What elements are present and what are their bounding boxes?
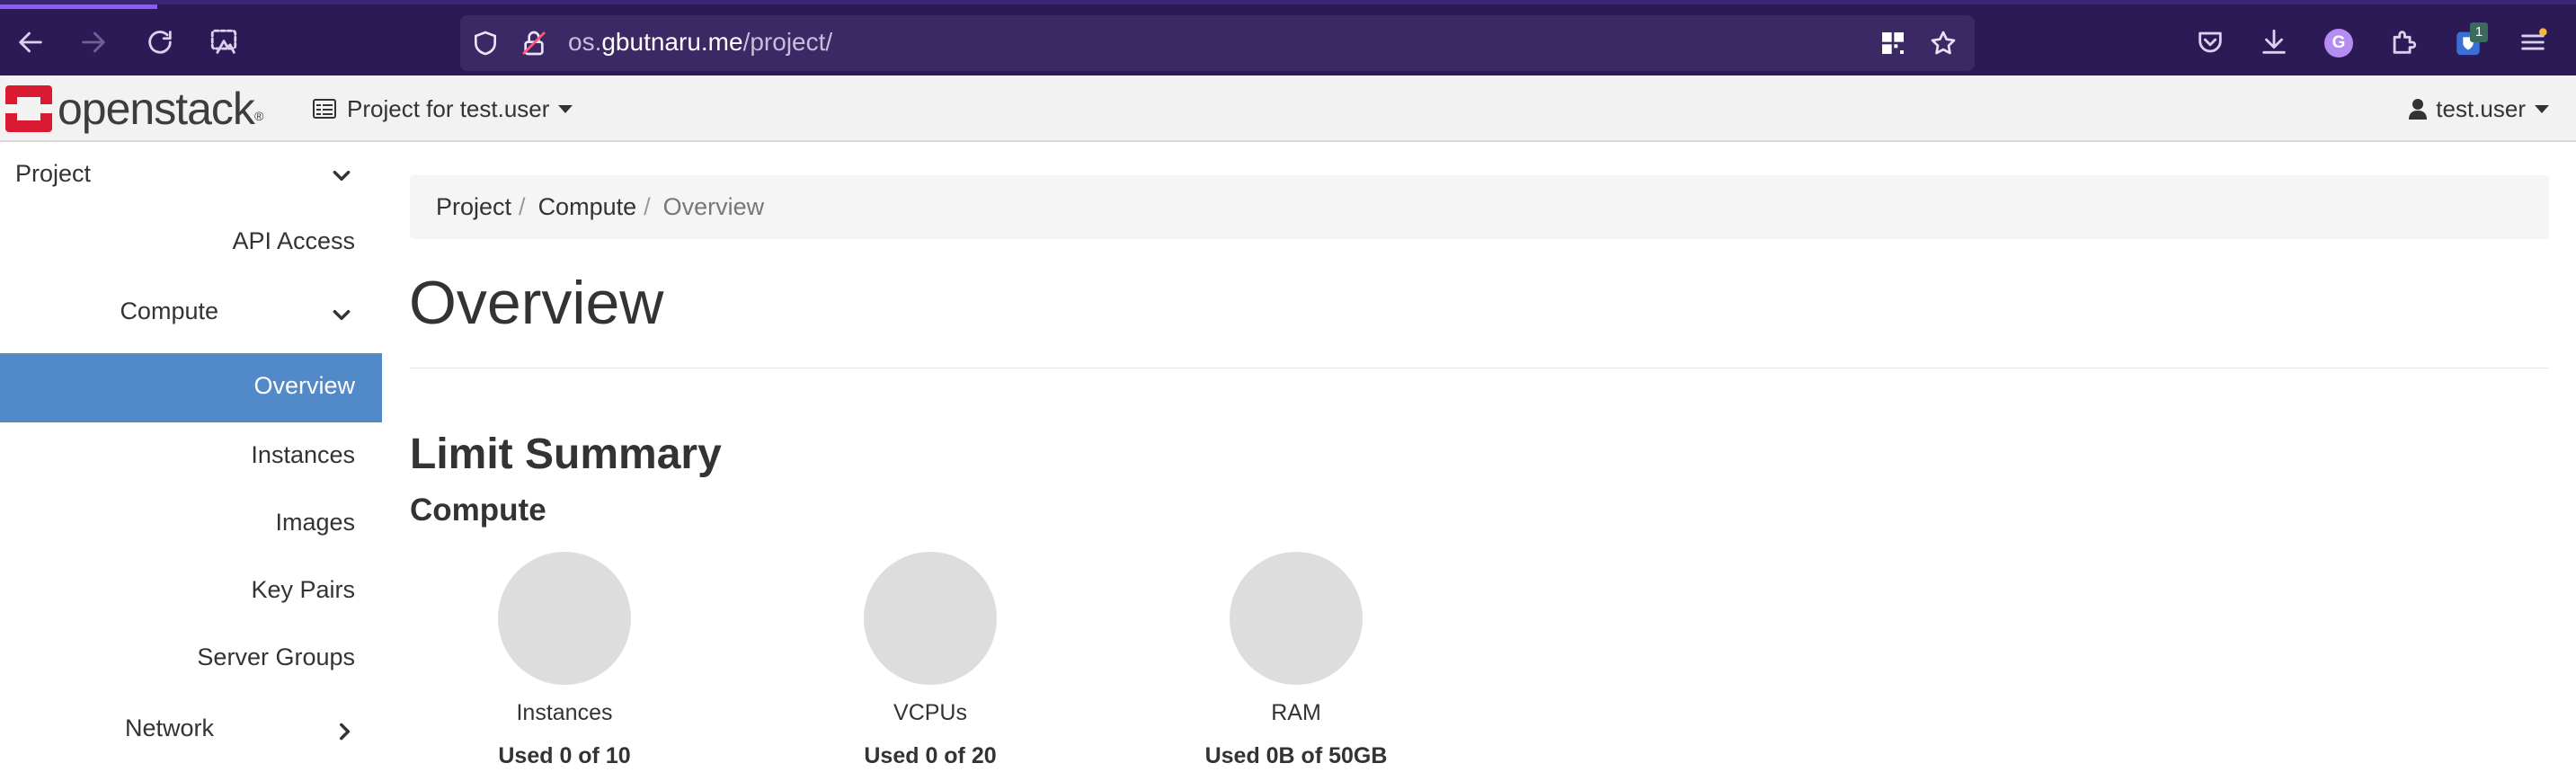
shield-icon[interactable] (471, 29, 500, 58)
url-host: os. (568, 28, 602, 56)
openstack-logo-text: openstack (58, 84, 255, 134)
breadcrumb-project[interactable]: Project (436, 193, 511, 221)
project-switcher[interactable]: Project for test.user (313, 93, 573, 124)
breadcrumb-separator: / (644, 193, 651, 220)
sidebar-item-label: Network (124, 714, 214, 741)
breadcrumb-separator: / (519, 193, 526, 220)
openstack-logo[interactable]: openstack ® (5, 85, 263, 132)
user-menu[interactable]: test.user (2409, 93, 2549, 124)
customize-icon[interactable] (206, 24, 242, 60)
sidebar-item-label: Project (15, 160, 92, 187)
lock-icon[interactable] (520, 29, 548, 58)
sidebar-item-label: API Access (232, 227, 355, 254)
back-arrow-icon[interactable] (13, 24, 49, 60)
vcpus-usage-pie (864, 552, 997, 685)
sidebar-item-label: Key Pairs (251, 576, 355, 603)
pocket-icon[interactable] (2194, 26, 2226, 58)
project-switcher-label: Project for test.user (347, 94, 550, 122)
sidebar-item-images[interactable]: Images (0, 509, 382, 545)
profile-avatar[interactable]: G (2324, 29, 2353, 58)
breadcrumb-overview: Overview (662, 193, 765, 220)
sidebar-item-network[interactable]: Network (0, 714, 382, 750)
ram-label: RAM (1271, 700, 1321, 725)
caret-down-icon (558, 104, 573, 113)
sidebar-item-server-groups[interactable]: Server Groups (0, 643, 382, 679)
chevron-down-icon (333, 171, 351, 182)
extension-badge: 1 (2470, 22, 2488, 42)
user-icon (2409, 99, 2428, 120)
reload-icon[interactable] (142, 24, 178, 60)
sidebar-item-key-pairs[interactable]: Key Pairs (0, 576, 382, 612)
download-icon[interactable] (2258, 26, 2290, 58)
url-domain: gbutnaru.me (601, 28, 743, 56)
instances-usage: Used 0 of 10 (498, 743, 631, 768)
compute-heading: Compute (410, 493, 546, 528)
extensions-icon[interactable] (2387, 26, 2420, 58)
breadcrumb-compute[interactable]: Compute (538, 193, 637, 221)
chevron-right-icon (340, 723, 351, 741)
sidebar-item-label: Images (275, 509, 355, 536)
sidebar-item-project[interactable]: Project (0, 158, 382, 194)
instances-label: Instances (516, 700, 613, 725)
sidebar-item-label: Compute (120, 297, 218, 324)
ram-usage: Used 0B of 50GB (1204, 743, 1388, 768)
caret-down-icon (2535, 104, 2549, 113)
url-text[interactable]: os.gbutnaru.me/project/ (568, 27, 832, 58)
breadcrumb: Project / Compute / Overview (410, 175, 2549, 239)
sidebar-item-api-access[interactable]: API Access (0, 227, 382, 263)
openstack-logo-mark (5, 85, 52, 132)
user-menu-label: test.user (2436, 94, 2526, 122)
sidebar: Project API Access Compute Overview Inst… (0, 142, 382, 781)
sidebar-item-label: Overview (253, 372, 355, 399)
instances-usage-pie (498, 552, 631, 685)
browser-toolbar: os.gbutnaru.me/project/ G 1 (0, 0, 2576, 75)
address-bar[interactable]: os.gbutnaru.me/project/ (460, 15, 1975, 71)
sidebar-item-label: Instances (251, 441, 355, 468)
project-list-icon (313, 99, 336, 119)
registered-mark: ® (253, 109, 264, 123)
vcpus-usage: Used 0 of 20 (864, 743, 997, 768)
active-tab-indicator (0, 4, 157, 9)
qr-code-icon[interactable] (1879, 29, 1907, 58)
sidebar-item-compute[interactable]: Compute (0, 297, 382, 333)
vcpus-label: VCPUs (893, 700, 967, 725)
sidebar-item-instances[interactable]: Instances (0, 441, 382, 477)
forward-arrow-icon[interactable] (76, 24, 111, 60)
app-header: openstack ® Project for test.user test.u… (0, 75, 2576, 142)
url-path: /project/ (742, 28, 833, 56)
star-icon[interactable] (1929, 29, 1958, 58)
ram-usage-pie (1230, 552, 1363, 685)
chevron-down-icon (333, 310, 351, 321)
sidebar-item-label: Server Groups (197, 643, 355, 670)
limit-summary-heading: Limit Summary (410, 430, 722, 478)
page-title: Overview (409, 269, 664, 337)
menu-icon[interactable] (2517, 26, 2549, 58)
sidebar-item-overview[interactable]: Overview (0, 353, 382, 422)
